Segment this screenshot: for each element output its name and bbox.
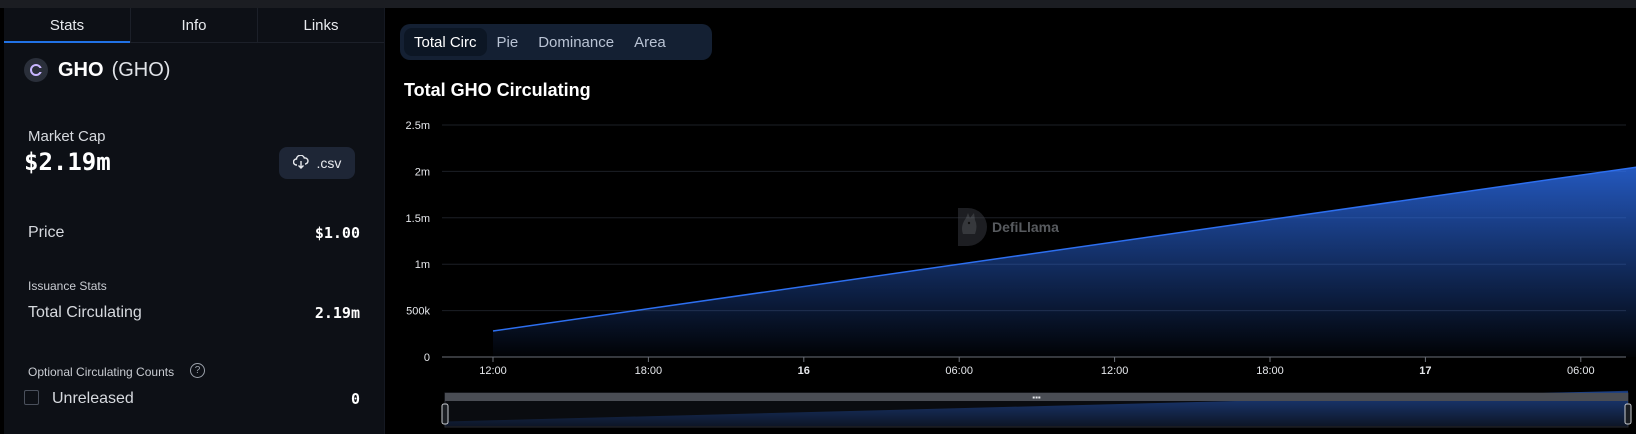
x-tick-label: 06:00 xyxy=(945,365,973,377)
zoom-drag-grip-icon: ▪▪▪ xyxy=(1032,393,1041,402)
y-tick-label: 1m xyxy=(415,259,430,271)
watermark-text: DefiLlama xyxy=(992,219,1059,235)
y-tick-label: 1.5m xyxy=(406,213,430,225)
x-tick-label: 12:00 xyxy=(479,365,507,377)
zoom-handle-right[interactable] xyxy=(1624,403,1632,425)
llama-icon xyxy=(958,208,987,246)
x-tick-label: 06:00 xyxy=(1567,365,1595,377)
x-tick-label: 16 xyxy=(798,365,810,377)
defillama-watermark: DefiLlama xyxy=(952,206,1059,248)
x-tick-label: 17 xyxy=(1419,365,1431,377)
series-area xyxy=(493,167,1636,357)
x-tick-label: 18:00 xyxy=(635,365,663,377)
x-tick-label: 18:00 xyxy=(1256,365,1284,377)
y-tick-label: 0 xyxy=(424,352,430,364)
y-tick-label: 2m xyxy=(415,166,430,178)
x-tick-label: 12:00 xyxy=(1101,365,1129,377)
circulating-area-chart: 0 500k 1m 1.5m 2m 2.5m 12:00 18:00 16 06:00 12:00… xyxy=(406,120,1636,428)
zoom-handle-left[interactable] xyxy=(441,403,449,425)
y-tick-label: 2.5m xyxy=(406,120,430,132)
y-tick-label: 500k xyxy=(406,306,430,318)
